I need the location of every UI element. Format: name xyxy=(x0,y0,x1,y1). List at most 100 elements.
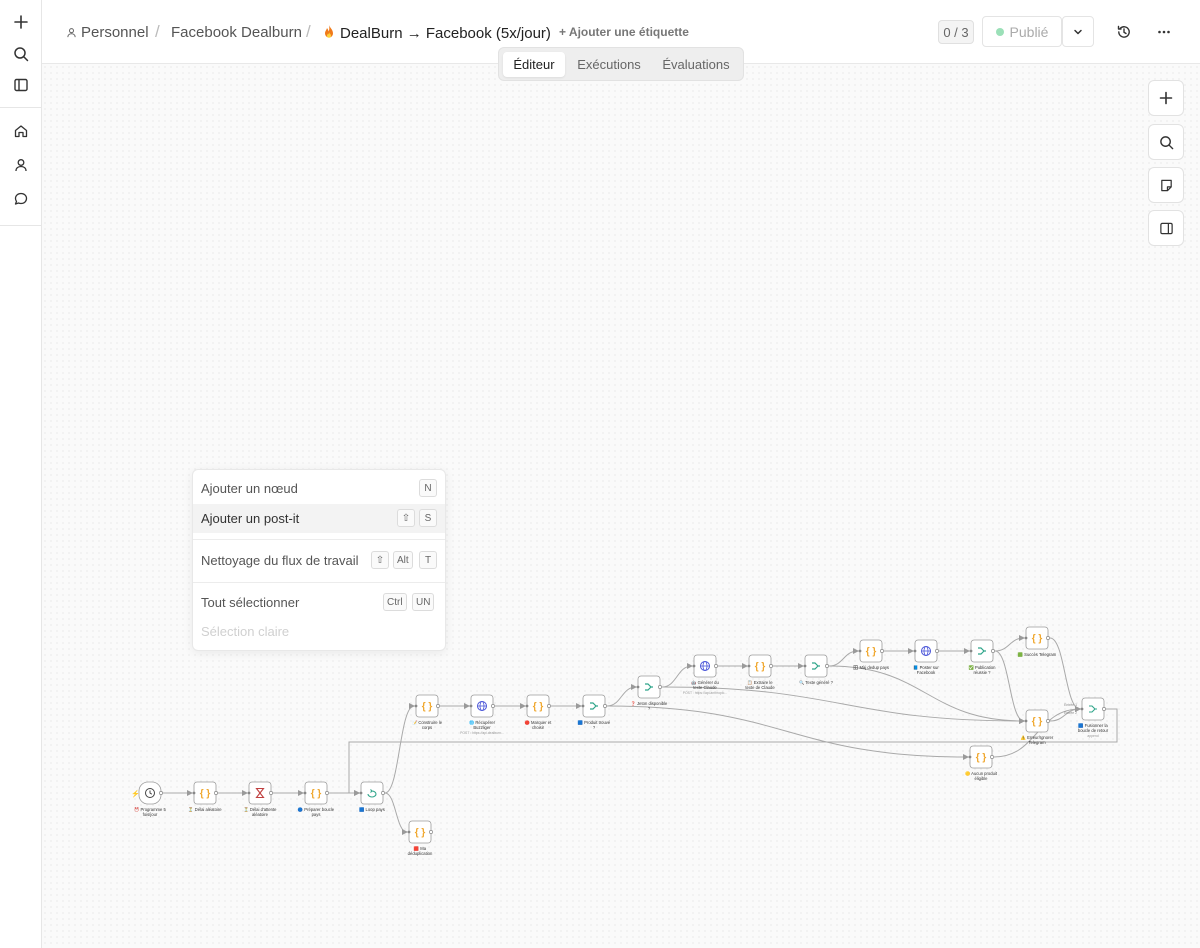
workflow-connection[interactable] xyxy=(661,663,693,688)
toggle-panel-button[interactable] xyxy=(1148,210,1184,246)
breadcrumb-folder[interactable]: Facebook Dealburn xyxy=(171,24,302,41)
workflow-node[interactable]: 🟦 Fusionner laboucle de retourappend xyxy=(1078,697,1109,738)
workflow-node[interactable]: 🟦 Loop pays xyxy=(359,781,385,812)
tab-editor[interactable]: Éditeur xyxy=(503,52,565,77)
output-port[interactable] xyxy=(714,664,718,668)
home-icon[interactable] xyxy=(9,119,33,143)
output-port[interactable] xyxy=(935,649,939,653)
tab-executions[interactable]: Exécutions xyxy=(569,52,649,77)
input-port[interactable] xyxy=(636,685,640,689)
breadcrumb-workflow[interactable]: DealBurn → Facebook (5x/jour) xyxy=(322,24,551,42)
output-port[interactable] xyxy=(436,704,440,708)
output-port[interactable] xyxy=(603,704,607,708)
breadcrumb-personal[interactable]: Personnel xyxy=(66,24,149,41)
workflow-node[interactable]: { } ⏳ Délai aléatoire xyxy=(188,781,222,812)
publish-label: Publié xyxy=(1009,23,1049,40)
input-port[interactable] xyxy=(414,704,418,708)
output-port[interactable] xyxy=(1102,707,1106,711)
workflow-node[interactable]: { }📝 Construire lecorps xyxy=(412,694,443,730)
input-port[interactable] xyxy=(747,664,751,668)
user-icon[interactable] xyxy=(9,153,33,177)
workflow-connection[interactable] xyxy=(994,650,1025,724)
menu-item-add-sticky-note[interactable]: Ajouter un post-it ⇧ S xyxy=(193,504,445,533)
node-label: Telegram xyxy=(1028,740,1046,745)
workflow-connection[interactable] xyxy=(828,648,859,667)
input-port[interactable] xyxy=(303,791,307,795)
input-port[interactable] xyxy=(247,791,251,795)
input-port[interactable] xyxy=(969,649,973,653)
input-port[interactable] xyxy=(1024,636,1028,640)
input-port[interactable] xyxy=(525,704,529,708)
output-port[interactable] xyxy=(1046,719,1050,723)
workflow-node[interactable]: ✅ Publicationréussie ? xyxy=(969,639,997,675)
output-port[interactable] xyxy=(825,664,829,668)
input-port[interactable] xyxy=(1024,719,1028,723)
search-nodes-button[interactable] xyxy=(1148,124,1184,160)
input-port[interactable] xyxy=(803,664,807,668)
workflow-node[interactable]: 🔍 Texte généré ? xyxy=(799,654,834,685)
output-port[interactable] xyxy=(547,704,551,708)
input-port[interactable] xyxy=(858,649,862,653)
workflow-node[interactable]: ⏳ Délai d'attentealéatoire xyxy=(243,781,277,817)
input-port[interactable] xyxy=(469,704,473,708)
input-port[interactable] xyxy=(1080,707,1084,711)
add-node-button[interactable] xyxy=(1148,80,1184,116)
input-port[interactable] xyxy=(968,755,972,759)
input-port[interactable] xyxy=(192,791,196,795)
workflow-node[interactable]: 📘 Poster surFacebook xyxy=(913,639,939,675)
workflow-connection[interactable] xyxy=(994,635,1025,652)
input-port[interactable] xyxy=(359,791,363,795)
output-port[interactable] xyxy=(658,685,662,689)
output-port[interactable] xyxy=(429,830,433,834)
output-port[interactable] xyxy=(769,664,773,668)
output-port[interactable] xyxy=(491,704,495,708)
input-port[interactable] xyxy=(581,704,585,708)
panel-icon[interactable] xyxy=(9,73,33,97)
search-icon[interactable] xyxy=(9,42,33,66)
workflow-node[interactable]: { }🟥 Madéduplication xyxy=(407,820,433,856)
workflow-connection[interactable] xyxy=(606,705,969,760)
input-port[interactable] xyxy=(692,664,696,668)
chat-icon[interactable] xyxy=(9,187,33,211)
workflow-connection[interactable] xyxy=(384,703,415,794)
sticky-note-button[interactable] xyxy=(1148,167,1184,203)
output-port[interactable] xyxy=(991,649,995,653)
workflow-node[interactable]: { }🔴 Marquer etchoisir xyxy=(525,694,552,730)
input-port[interactable] xyxy=(913,649,917,653)
workflow-connection[interactable] xyxy=(348,708,1118,796)
output-port[interactable] xyxy=(159,791,163,795)
output-port[interactable] xyxy=(214,791,218,795)
output-port[interactable] xyxy=(381,791,385,795)
menu-item-add-node[interactable]: Ajouter un nœud N xyxy=(193,474,445,503)
workflow-node[interactable]: { } 🗄 Màj dedup pays xyxy=(853,639,889,670)
workflow-node[interactable]: { }🟡 Aucun produitéligible xyxy=(965,745,998,781)
workflow-node[interactable]: 🤖 Générer dutexte ClaudePOST : https://a… xyxy=(683,654,727,695)
output-port[interactable] xyxy=(990,755,994,759)
menu-item-select-all[interactable]: Tout sélectionner Ctrl UN xyxy=(193,588,445,617)
node-label: 🟩 Succès Telegram xyxy=(1018,652,1057,657)
more-options-icon[interactable] xyxy=(1152,20,1176,44)
input-port[interactable] xyxy=(407,830,411,834)
output-port[interactable] xyxy=(1046,636,1050,640)
workflow-node[interactable]: 🟦 Produit trouvé? xyxy=(578,694,611,730)
output-port[interactable] xyxy=(880,649,884,653)
workflow-node[interactable]: { }🔵 Préparer bouclepays xyxy=(298,781,335,817)
workflow-node[interactable]: { }⚠️ Erreur/IgnorerTelegram xyxy=(1021,709,1054,745)
publish-options-button[interactable] xyxy=(1062,16,1094,47)
add-tag-button[interactable]: + Ajouter une étiquette xyxy=(559,25,689,39)
workflow-node[interactable]: ❓ Jeton disponible? xyxy=(631,675,668,711)
history-icon[interactable] xyxy=(1112,20,1136,44)
output-port[interactable] xyxy=(269,791,273,795)
workflow-connection[interactable] xyxy=(384,792,408,835)
workflow-node[interactable]: { } 🟩 Succès Telegram xyxy=(1018,626,1057,657)
menu-item-tidy-workflow[interactable]: Nettoyage du flux de travail ⇧ Alt T xyxy=(193,546,445,575)
tab-evaluations[interactable]: Évaluations xyxy=(653,52,739,77)
output-port[interactable] xyxy=(325,791,329,795)
publish-button[interactable]: Publié xyxy=(982,16,1062,47)
workflow-node[interactable]: { }📋 Extraire letexte de Claude xyxy=(745,654,775,690)
node-label: corps xyxy=(422,725,432,730)
plus-icon[interactable] xyxy=(9,10,33,34)
workflow-node[interactable]: ⏰ Programme 5fois/jour xyxy=(134,781,167,817)
workflow-node[interactable]: 🌐 RécupérerBuzzligerPOST : https://api.d… xyxy=(460,694,504,735)
workflow-connection[interactable] xyxy=(1049,637,1081,712)
